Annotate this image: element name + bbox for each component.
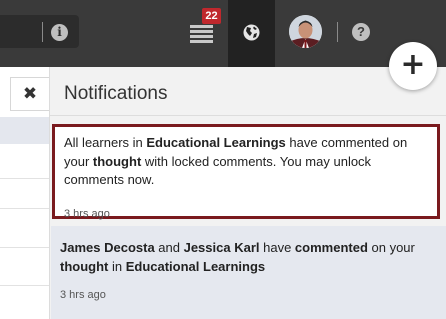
- notification-item[interactable]: James Decosta and Jessica Karl have comm…: [51, 226, 446, 319]
- emphasis-text: Educational Learnings: [146, 135, 286, 150]
- add-button[interactable]: +: [389, 42, 437, 90]
- notification-item[interactable]: All learners in Educational Learnings ha…: [52, 124, 440, 220]
- search-divider: [42, 22, 43, 42]
- avatar[interactable]: [289, 15, 322, 48]
- notification-text: All learners in Educational Learnings ha…: [64, 134, 434, 190]
- notification-count-badge: 22: [202, 8, 221, 24]
- top-navigation-bar: i 22 ?: [0, 0, 446, 67]
- info-icon[interactable]: i: [51, 24, 68, 41]
- notification-time: 3 hrs ago: [60, 289, 106, 301]
- notification-text: James Decosta and Jessica Karl have comm…: [60, 239, 430, 276]
- close-icon[interactable]: ✖: [10, 77, 49, 111]
- emphasis-text: James Decosta: [60, 240, 155, 255]
- help-icon[interactable]: ?: [352, 23, 370, 41]
- emphasis-text: thought: [92, 153, 142, 169]
- list-header-band: [0, 117, 49, 144]
- emphasis-text: commented: [294, 240, 368, 255]
- text-span: in: [108, 258, 126, 274]
- notification-time: 3 hrs ago: [64, 208, 110, 220]
- emphasis-text: thought: [60, 258, 109, 274]
- text-span: and: [154, 240, 184, 255]
- globe-tab[interactable]: [228, 0, 275, 67]
- emphasis-text: Educational Learnings: [125, 258, 266, 274]
- emphasis-text: Jessica Karl: [183, 240, 260, 255]
- divider: [337, 22, 338, 42]
- divider: [50, 115, 446, 116]
- notifications-panel: Notifications All learners in Educationa…: [49, 67, 446, 319]
- text-span: All learners in: [64, 135, 147, 150]
- text-span: on your: [367, 240, 415, 255]
- panel-title: Notifications: [64, 83, 168, 104]
- globe-icon: [243, 24, 260, 41]
- text-span: have: [259, 240, 295, 255]
